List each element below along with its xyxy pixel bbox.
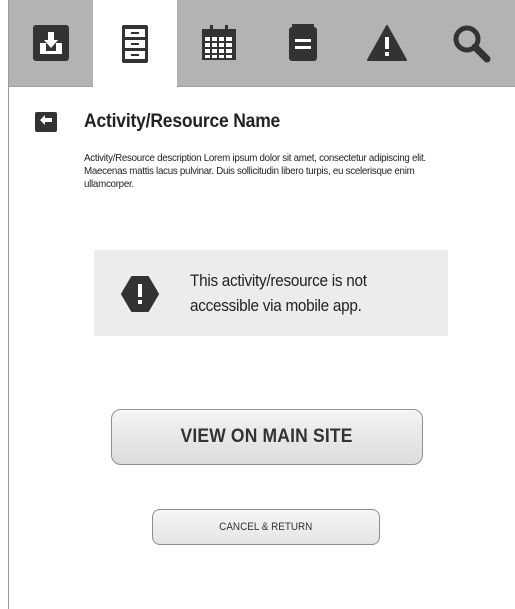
tab-notes[interactable] <box>261 0 345 86</box>
tab-alerts[interactable] <box>345 0 429 86</box>
tab-search[interactable] <box>429 0 513 86</box>
back-arrow-icon <box>39 113 53 131</box>
calendar-icon <box>200 24 238 62</box>
tab-resources[interactable] <box>93 0 177 87</box>
search-icon <box>451 23 491 63</box>
view-on-main-site-label: VIEW ON MAIN SITE <box>180 426 354 447</box>
page-title: Activity/Resource Name <box>84 111 281 132</box>
download-icon <box>33 25 69 61</box>
resource-description: Activity/Resource description Lorem ipsu… <box>84 152 426 190</box>
cancel-return-button[interactable]: CANCEL & RETURN <box>152 509 380 545</box>
notice-message: This activity/resource is not accessible… <box>190 271 367 315</box>
alert-octagon-icon <box>121 276 159 317</box>
warning-icon <box>366 24 408 62</box>
filing-cabinet-icon <box>120 24 150 64</box>
view-on-main-site-button[interactable]: VIEW ON MAIN SITE <box>111 409 423 465</box>
tab-bar <box>9 0 515 87</box>
back-button[interactable] <box>35 112 57 132</box>
tab-calendar[interactable] <box>177 0 261 86</box>
tab-download[interactable] <box>9 0 93 86</box>
app-frame: Activity/Resource Name Activity/Resource… <box>8 0 515 609</box>
cancel-return-label: CANCEL & RETURN <box>219 521 313 533</box>
notepad-icon <box>287 24 319 62</box>
unavailable-notice: This activity/resource is not accessible… <box>94 250 448 336</box>
